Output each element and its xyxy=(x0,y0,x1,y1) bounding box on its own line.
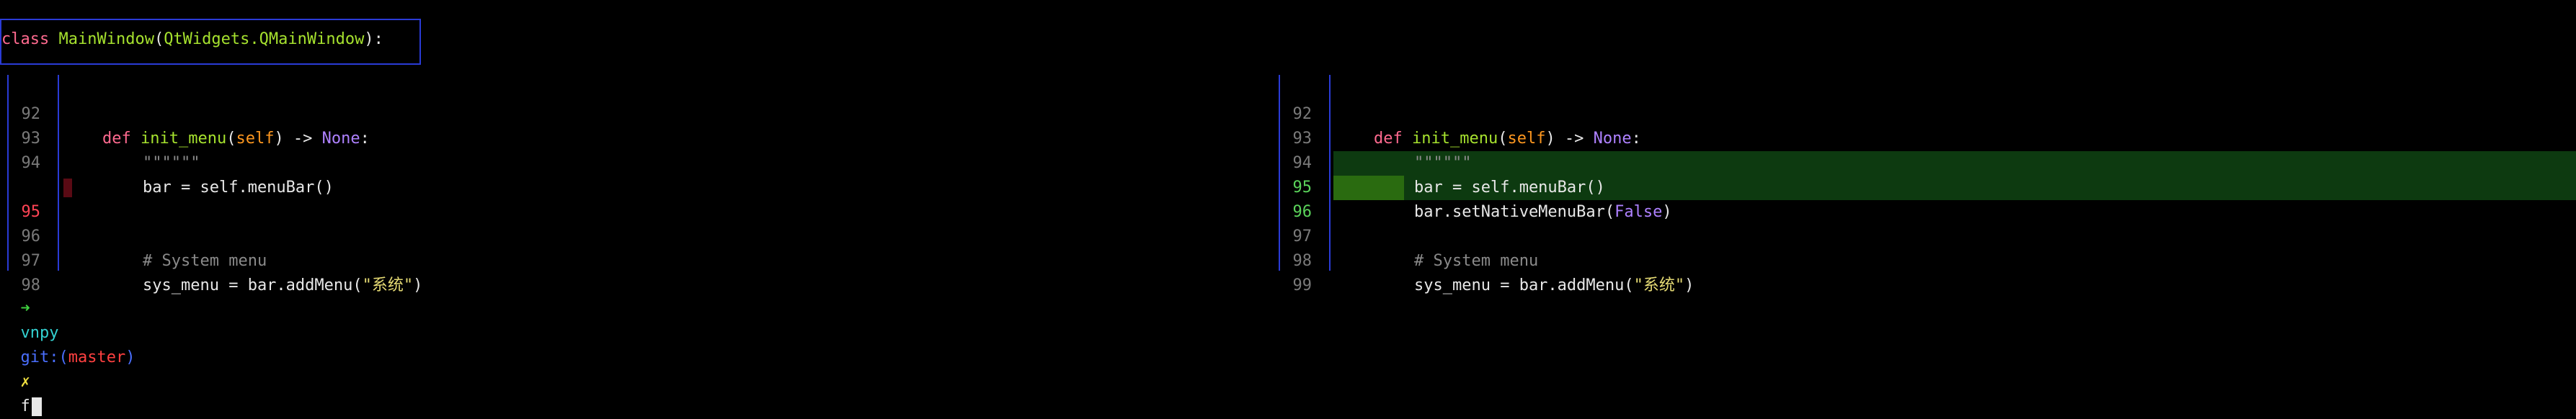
left-gutter-right-border xyxy=(58,75,59,271)
current-directory: vnpy xyxy=(20,324,59,342)
base-class: QtWidgets.QMainWindow xyxy=(164,30,365,48)
command-input[interactable]: f xyxy=(21,397,30,415)
dirty-status-icon: ✗ xyxy=(20,373,30,391)
right-line-95-added: 95 bar.setNativeMenuBar(False) xyxy=(1292,179,1672,221)
right-line-93: 93 """""" xyxy=(1292,130,1472,172)
right-gutter-right-border xyxy=(1329,75,1331,271)
right-line-98: 98 sys_menu = bar.addMenu("系统") xyxy=(1292,252,1695,294)
context-class-line: class MainWindow(QtWidgets.QMainWindow): xyxy=(1,30,383,48)
deleted-line-marker xyxy=(63,179,72,197)
git-branch: master xyxy=(68,348,126,366)
right-line-97: 97 # System menu xyxy=(1292,227,1539,270)
terminal-cursor xyxy=(31,397,42,416)
right-line-96-added: 96 xyxy=(1292,203,1313,221)
class-keyword: class xyxy=(1,30,59,48)
added-blank-line-fill xyxy=(1333,176,1404,200)
right-line-92: 92 def init_menu(self) -> None: xyxy=(1292,105,1641,148)
right-line-99: 99 xyxy=(1292,276,1313,294)
git-label: git:( xyxy=(20,348,68,366)
right-line-94: 94 bar = self.menuBar() xyxy=(1292,154,1605,197)
class-name: MainWindow xyxy=(58,30,154,48)
prompt-arrow-icon: ➜ xyxy=(20,299,30,317)
shell-prompt[interactable]: ➜ vnpy git:(master) ✗ f xyxy=(1,272,135,416)
